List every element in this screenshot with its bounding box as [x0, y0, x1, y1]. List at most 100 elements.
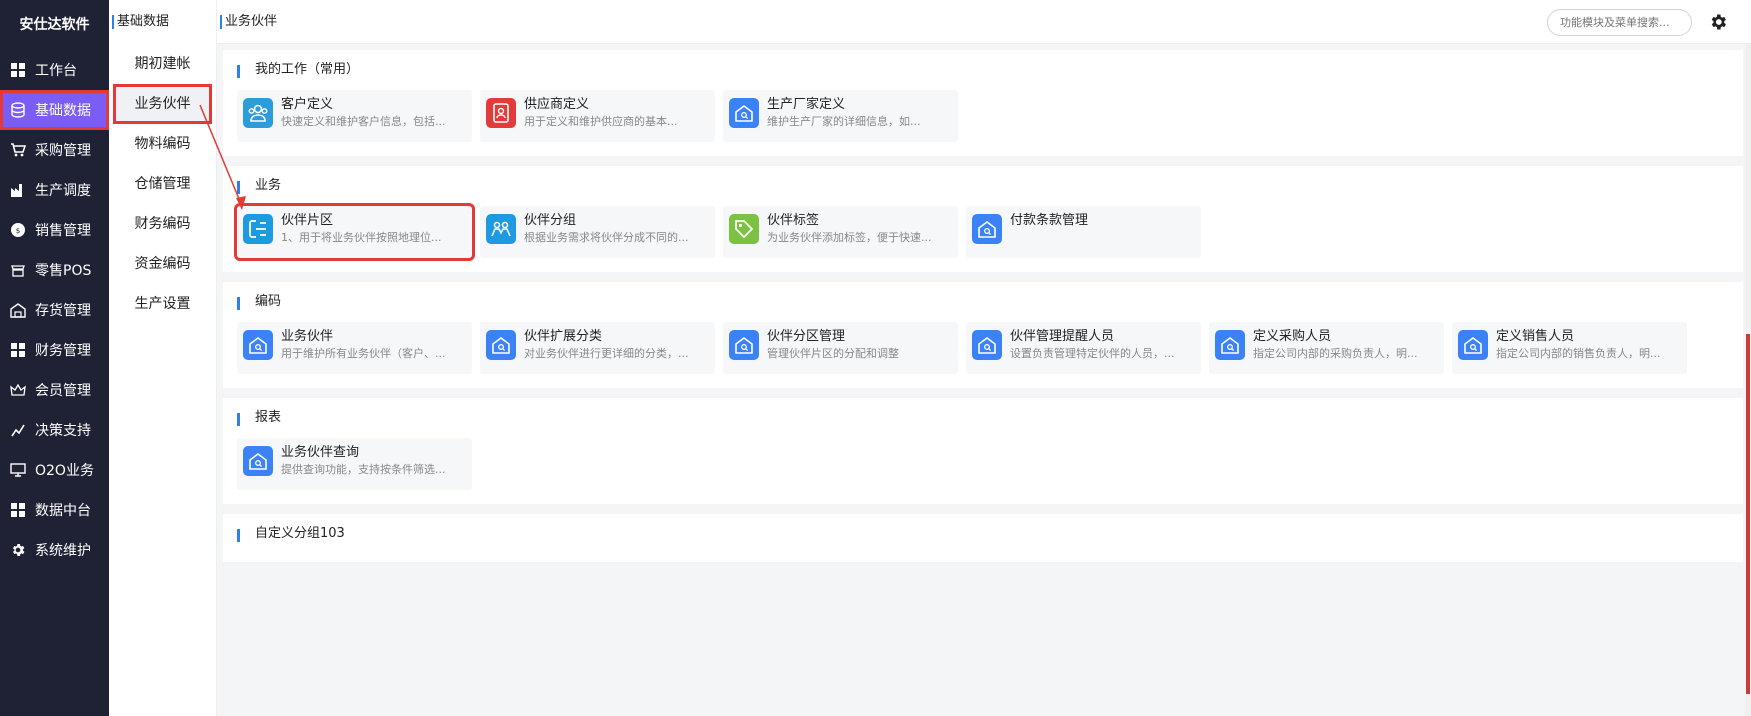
nav-item-label: 工作台: [35, 63, 77, 79]
function-card[interactable]: 伙伴分组根据业务需求将伙伴分成不同的...: [480, 206, 715, 258]
function-card[interactable]: 生产厂家定义 维护生产厂家的详细信息，如...: [723, 90, 958, 142]
nav-item-label: 存货管理: [35, 303, 91, 319]
function-card[interactable]: 供应商定义 用于定义和维护供应商的基本...: [480, 90, 715, 142]
function-card[interactable]: 伙伴扩展分类 对业务伙伴进行更详细的分类，...: [480, 322, 715, 374]
card-text: 业务伙伴 用于维护所有业务伙伴（客户、...: [281, 328, 464, 362]
crown-icon: [9, 381, 27, 399]
sub-menu-item[interactable]: 业务伙伴: [113, 84, 212, 124]
factory-icon: [9, 181, 27, 199]
card-description: 管理伙伴片区的分配和调整: [767, 347, 899, 360]
sub-menu-item[interactable]: 物料编码: [109, 124, 216, 164]
customers-icon: [243, 98, 273, 128]
card-title: 付款条款管理: [1010, 213, 1089, 228]
nav-item-5[interactable]: 零售POS: [0, 250, 109, 290]
sub-menu-item[interactable]: 财务编码: [109, 204, 216, 244]
nav-item-9[interactable]: 决策支持: [0, 410, 109, 450]
nav-item-6[interactable]: 存货管理: [0, 290, 109, 330]
grid-icon: [9, 61, 27, 79]
nav-item-1[interactable]: 基础数据: [0, 90, 109, 130]
monitor-icon: [9, 461, 27, 479]
nav-item-label: 基础数据: [35, 103, 91, 119]
card-title: 伙伴扩展分类: [524, 329, 603, 344]
section-title: 业务: [223, 166, 1743, 206]
nav-item-label: O2O业务: [35, 463, 94, 479]
decision-icon: [9, 421, 27, 439]
card-description: 用于维护所有业务伙伴（客户、...: [281, 347, 446, 360]
house-icon: [243, 446, 273, 476]
card-text: 伙伴分组根据业务需求将伙伴分成不同的...: [524, 212, 707, 246]
section-title: 编码: [223, 282, 1743, 322]
sub-menu-item[interactable]: 资金编码: [109, 244, 216, 284]
nav-item-12[interactable]: 系统维护: [0, 530, 109, 570]
card-text: 供应商定义 用于定义和维护供应商的基本...: [524, 96, 707, 130]
nav-item-label: 生产调度: [35, 183, 91, 199]
tag-icon: [729, 214, 759, 244]
card-title: 定义销售人员: [1496, 329, 1575, 344]
nav-item-0[interactable]: 工作台: [0, 50, 109, 90]
function-card[interactable]: 业务伙伴查询提供查询功能，支持按条件筛选...: [237, 438, 472, 490]
card-text: 伙伴管理提醒人员 设置负责管理特定伙伴的人员，...: [1010, 328, 1193, 362]
nav-item-2[interactable]: 采购管理: [0, 130, 109, 170]
scrollbar-track[interactable]: [1745, 44, 1751, 716]
function-card[interactable]: 伙伴片区 1、用于将业务伙伴按照地理位...: [234, 203, 475, 261]
group-icon: [486, 214, 516, 244]
section-panel: 业务伙伴片区 1、用于将业务伙伴按照地理位... 伙伴分组根据业务需求将伙伴分成不同…: [223, 166, 1743, 272]
nav-item-label: 数据中台: [35, 503, 91, 519]
menu-search-input[interactable]: [1547, 9, 1692, 36]
cart-icon: [9, 141, 27, 159]
card-title: 生产厂家定义: [767, 97, 846, 112]
section-title: 我的工作（常用）: [223, 50, 1743, 90]
warehouse-icon: [9, 301, 27, 319]
house-icon: [486, 330, 516, 360]
card-description: 指定公司内部的采购负责人，明...: [1253, 347, 1418, 360]
section-panel: 我的工作（常用） 客户定义 快速定义和维护客户信息，包括... 供应商定义 用于定义和维…: [223, 50, 1743, 156]
settings-gear-icon[interactable]: [1706, 10, 1730, 34]
function-card[interactable]: 定义销售人员 指定公司内部的销售负责人，明...: [1452, 322, 1687, 374]
card-description: 根据业务需求将伙伴分成不同的...: [524, 231, 689, 244]
sub-menu-item[interactable]: 仓储管理: [109, 164, 216, 204]
section-panel: 自定义分组103: [223, 514, 1743, 562]
nav-item-10[interactable]: O2O业务: [0, 450, 109, 490]
region-icon: [243, 214, 273, 244]
card-title: 业务伙伴查询: [281, 445, 360, 460]
house-icon: [1215, 330, 1245, 360]
card-title: 伙伴管理提醒人员: [1010, 329, 1115, 344]
sales-icon: $: [9, 221, 27, 239]
function-card[interactable]: 伙伴分区管理 管理伙伴片区的分配和调整: [723, 322, 958, 374]
function-card[interactable]: 付款条款管理: [966, 206, 1201, 258]
nav-item-7[interactable]: 财务管理: [0, 330, 109, 370]
nav-item-3[interactable]: 生产调度: [0, 170, 109, 210]
nav-item-4[interactable]: $ 销售管理: [0, 210, 109, 250]
house-icon: [729, 98, 759, 128]
app-window: 安仕达软件 工作台 基础数据 采购管理 生产调度 $ 销售管理 零售POS 存货管理 财务管理会…: [0, 0, 1751, 716]
card-title: 伙伴标签: [767, 213, 820, 228]
gear-icon: [9, 541, 27, 559]
section-panel: 编码业务伙伴 用于维护所有业务伙伴（客户、... 伙伴扩展分类 对业务伙伴进行更详细的…: [223, 282, 1743, 388]
function-card[interactable]: 伙伴标签为业务伙伴添加标签，便于快速...: [723, 206, 958, 258]
nav-item-label: 系统维护: [35, 543, 91, 559]
scrollbar-thumb[interactable]: [1746, 334, 1750, 694]
card-title: 伙伴分组: [524, 213, 577, 228]
card-row: 客户定义 快速定义和维护客户信息，包括... 供应商定义 用于定义和维护供应商的基本.…: [223, 90, 1743, 142]
database-icon: [9, 101, 27, 119]
function-card[interactable]: 伙伴管理提醒人员 设置负责管理特定伙伴的人员，...: [966, 322, 1201, 374]
house-icon: [243, 330, 273, 360]
nav-item-8[interactable]: 会员管理: [0, 370, 109, 410]
breadcrumb: 业务伙伴: [219, 0, 277, 44]
function-card[interactable]: 客户定义 快速定义和维护客户信息，包括...: [237, 90, 472, 142]
sub-menu-item[interactable]: 期初建帐: [109, 44, 216, 84]
function-card[interactable]: 业务伙伴 用于维护所有业务伙伴（客户、...: [237, 322, 472, 374]
main-sidebar: 安仕达软件 工作台 基础数据 采购管理 生产调度 $ 销售管理 零售POS 存货管理 财务管理会…: [0, 0, 109, 716]
section-title: 自定义分组103: [223, 514, 1743, 554]
card-title: 定义采购人员: [1253, 329, 1332, 344]
function-card[interactable]: 定义采购人员指定公司内部的采购负责人，明...: [1209, 322, 1444, 374]
card-description: 为业务伙伴添加标签，便于快速...: [767, 231, 932, 244]
sub-menu: 基础数据 期初建帐 业务伙伴 物料编码 仓储管理 财务编码 资金编码 生产设置: [109, 0, 217, 716]
sub-menu-item[interactable]: 生产设置: [109, 284, 216, 324]
card-text: 伙伴标签为业务伙伴添加标签，便于快速...: [767, 212, 950, 246]
card-description: 提供查询功能，支持按条件筛选...: [281, 463, 446, 476]
card-text: 生产厂家定义 维护生产厂家的详细信息，如...: [767, 96, 950, 130]
card-row: 业务伙伴 用于维护所有业务伙伴（客户、... 伙伴扩展分类 对业务伙伴进行更详细的分类…: [223, 322, 1743, 374]
nav-item-11[interactable]: 数据中台: [0, 490, 109, 530]
card-text: 伙伴片区 1、用于将业务伙伴按照地理位...: [281, 212, 464, 246]
